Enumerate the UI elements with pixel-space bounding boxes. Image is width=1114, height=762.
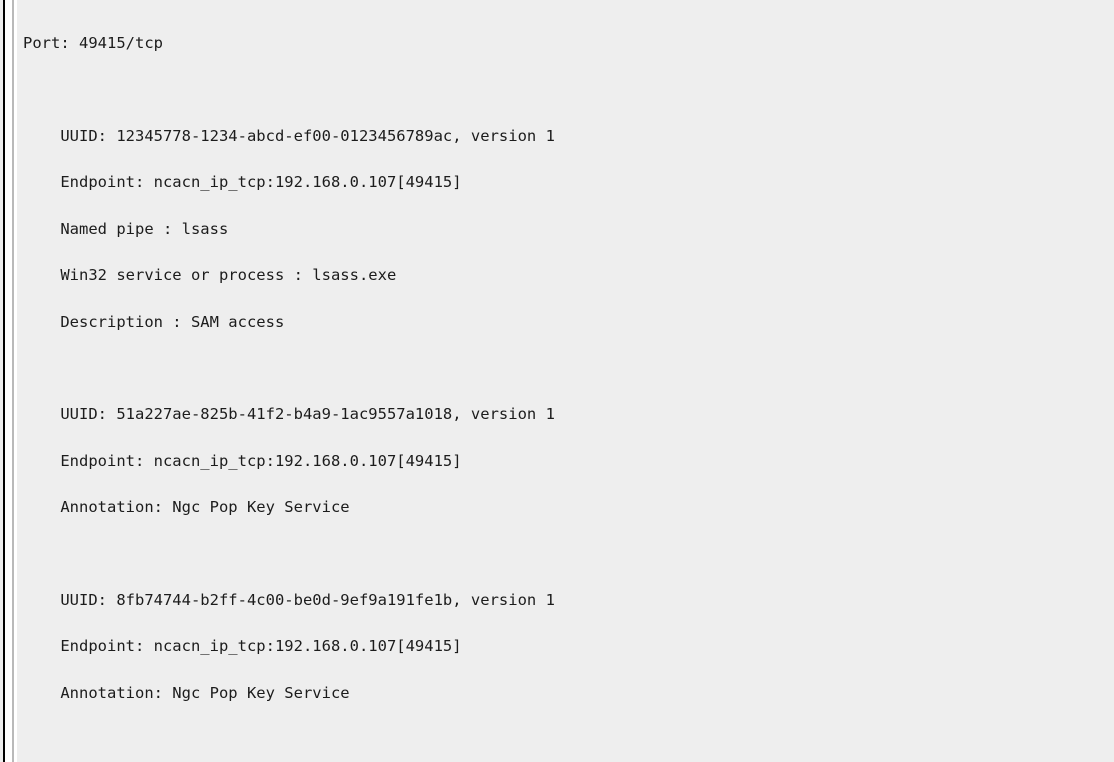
report-content[interactable]: Port: 49415/tcp UUID: 12345778-1234-abcd… [17,0,1114,762]
service-uuid-line: UUID: 51a227ae-825b-41f2-b4a9-1ac9557a10… [23,405,555,424]
service-uuid-line: UUID: 12345778-1234-abcd-ef00-0123456789… [23,127,555,145]
service-uuid-line: UUID: 8fb74744-b2ff-4c00-be0d-9ef9a191fe… [23,591,555,610]
service-win32-process-line: Win32 service or process : lsass.exe [23,266,397,285]
service-endpoint-line: Endpoint: ncacn_ip_tcp:192.168.0.107[494… [23,451,462,470]
service-description-line: Description : SAM access [23,312,285,331]
port-details-section: Port: 49415/tcp UUID: 12345778-1234-abcd… [17,0,1114,762]
service-endpoint-line: Endpoint: ncacn_ip_tcp:192.168.0.107[494… [23,637,462,656]
left-gutter [5,0,12,762]
service-endpoint-line: Endpoint: ncacn_ip_tcp:192.168.0.107[494… [23,173,462,192]
service-named-pipe-line: Named pipe : lsass [23,219,229,238]
dce-services-output: Port: 49415/tcp UUID: 12345778-1234-abcd… [17,0,1114,762]
service-annotation-line: Annotation: Ngc Pop Key Service [23,498,350,517]
service-annotation-line: Annotation: Ngc Pop Key Service [23,683,350,702]
report-viewport: Port: 49415/tcp UUID: 12345778-1234-abcd… [0,0,1114,762]
port-line: Port: 49415/tcp [23,34,163,53]
